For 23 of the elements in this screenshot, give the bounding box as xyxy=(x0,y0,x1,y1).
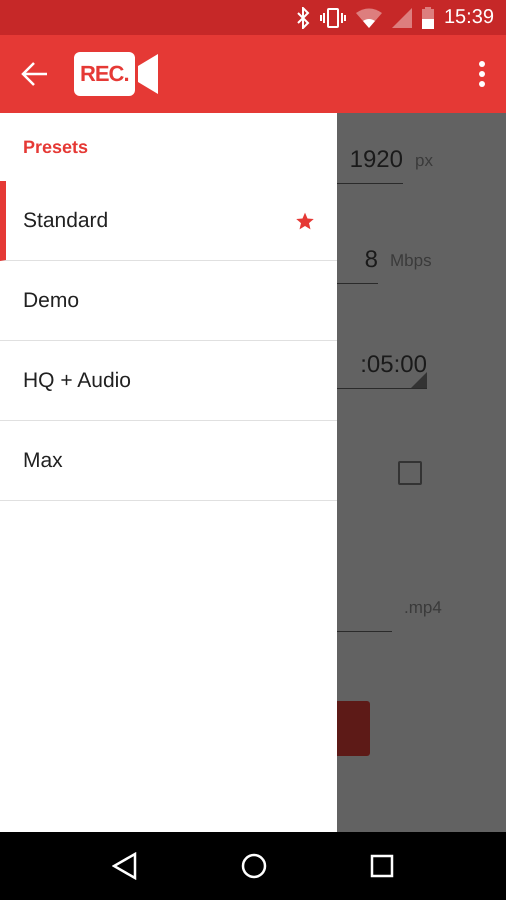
input-field: 1920 xyxy=(337,137,403,184)
dropdown-corner-icon xyxy=(411,372,427,388)
more-options-icon[interactable] xyxy=(478,61,486,87)
home-icon[interactable] xyxy=(240,853,267,879)
preset-label: HQ + Audio xyxy=(23,368,131,392)
vibrate-icon xyxy=(320,8,346,28)
camera-icon xyxy=(138,54,158,94)
wifi-icon xyxy=(356,8,382,28)
time-spinner: :05:00 xyxy=(337,342,427,389)
back-icon[interactable] xyxy=(112,852,138,880)
battery-icon xyxy=(422,6,434,28)
signal-icon xyxy=(392,8,412,28)
input-field: 8 xyxy=(337,237,378,284)
star-icon xyxy=(295,210,315,230)
recents-icon[interactable] xyxy=(370,854,394,878)
status-time: 15:39 xyxy=(444,6,494,29)
drawer-header: Presets xyxy=(22,136,90,159)
bluetooth-icon xyxy=(296,6,310,28)
preset-label: Max xyxy=(23,448,63,472)
back-arrow-icon[interactable] xyxy=(20,61,48,87)
app-logo: REC. xyxy=(74,52,135,96)
preset-label: Standard xyxy=(23,208,108,232)
preset-label: Demo xyxy=(23,288,80,312)
